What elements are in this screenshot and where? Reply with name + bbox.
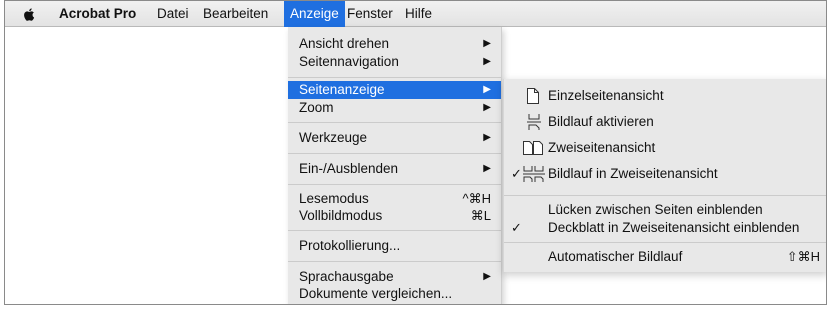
shortcut-label: ^⌘H <box>462 191 492 206</box>
menu-item-dokumente-vergleichen[interactable]: Dokumente vergleichen... <box>288 285 501 303</box>
submenu-item-label: Deckblatt in Zweiseitenansicht einblende… <box>548 220 800 235</box>
submenu-item-label: Automatischer Bildlauf <box>548 249 683 264</box>
menubar-item-datei[interactable]: Datei <box>157 1 189 27</box>
menu-item-protokollierung[interactable]: Protokollierung... <box>288 237 501 255</box>
single-page-icon <box>527 88 539 104</box>
menu-item-label: Seitennavigation <box>299 54 399 69</box>
submenu-arrow-icon: ▶ <box>483 271 491 282</box>
seitenanzeige-submenu: Einzelseitenansicht Bildlauf aktivieren … <box>503 79 826 272</box>
submenu-arrow-icon: ▶ <box>483 132 491 143</box>
menubar-item-bearbeiten[interactable]: Bearbeiten <box>203 1 268 27</box>
checkmark-icon: ✓ <box>511 220 522 235</box>
submenu-arrow-icon: ▶ <box>483 56 491 67</box>
submenu-item-label: Bildlauf in Zweiseitenansicht <box>548 166 718 181</box>
menu-separator <box>288 153 501 154</box>
menu-item-label: Lesemodus <box>299 191 369 206</box>
menubar-app-name[interactable]: Acrobat Pro <box>59 1 136 27</box>
menu-item-zoom[interactable]: Zoom ▶ <box>288 99 501 117</box>
anzeige-menu: Ansicht drehen ▶ Seitennavigation ▶ Seit… <box>288 27 502 304</box>
menu-separator <box>288 122 501 123</box>
menu-item-werkzeuge[interactable]: Werkzeuge ▶ <box>288 129 501 147</box>
menu-item-label: Zoom <box>299 100 334 115</box>
menu-item-seitennavigation[interactable]: Seitennavigation ▶ <box>288 53 501 71</box>
scroll-page-icon <box>527 114 541 130</box>
application-window: Acrobat Pro Datei Bearbeiten Anzeige Fen… <box>4 0 827 305</box>
menu-item-ein-ausblenden[interactable]: Ein-/Ausblenden ▶ <box>288 160 501 178</box>
menu-item-label: Sprachausgabe <box>299 269 394 284</box>
menu-item-label: Vollbildmodus <box>299 208 383 223</box>
two-page-scroll-icon <box>523 166 545 182</box>
checkmark-icon: ✓ <box>511 166 522 181</box>
submenu-item-einzelseitenansicht[interactable]: Einzelseitenansicht <box>504 85 826 107</box>
menu-bar: Acrobat Pro Datei Bearbeiten Anzeige Fen… <box>5 1 826 27</box>
apple-logo-icon[interactable] <box>23 8 35 21</box>
menu-separator <box>288 230 501 231</box>
submenu-arrow-icon: ▶ <box>483 84 491 95</box>
menubar-item-hilfe[interactable]: Hilfe <box>405 1 432 27</box>
menu-item-label: Seitenanzeige <box>299 82 385 97</box>
two-page-icon <box>523 141 543 155</box>
menu-item-label: Ein-/Ausblenden <box>299 161 399 176</box>
shortcut-label: ⌘L <box>470 208 491 223</box>
menu-separator <box>288 261 501 262</box>
menu-item-vollbildmodus[interactable]: Vollbildmodus ⌘L <box>288 207 501 225</box>
menubar-item-fenster[interactable]: Fenster <box>347 1 393 27</box>
menu-item-sprachausgabe[interactable]: Sprachausgabe ▶ <box>288 268 501 286</box>
submenu-arrow-icon: ▶ <box>483 102 491 113</box>
shortcut-label: ⇧⌘H <box>786 249 820 264</box>
menu-item-ansicht-drehen[interactable]: Ansicht drehen ▶ <box>288 35 501 53</box>
menubar-item-anzeige[interactable]: Anzeige <box>284 1 345 27</box>
menu-item-lesemodus[interactable]: Lesemodus ^⌘H <box>288 190 501 208</box>
menu-separator <box>288 77 501 78</box>
submenu-item-label: Lücken zwischen Seiten einblenden <box>548 202 763 217</box>
submenu-item-luecken-einblenden[interactable]: Lücken zwischen Seiten einblenden <box>504 201 826 219</box>
menu-item-label: Ansicht drehen <box>299 36 390 51</box>
submenu-arrow-icon: ▶ <box>483 163 491 174</box>
menu-separator <box>504 195 826 196</box>
submenu-item-label: Zweiseitenansicht <box>548 140 656 155</box>
submenu-item-bildlauf-zweiseitenansicht[interactable]: ✓ Bildlauf in Zweiseitenansicht <box>504 163 826 185</box>
submenu-item-label: Bildlauf aktivieren <box>548 114 654 129</box>
menu-item-label: Dokumente vergleichen... <box>299 286 453 301</box>
submenu-item-deckblatt-einblenden[interactable]: ✓ Deckblatt in Zweiseitenansicht einblen… <box>504 219 826 237</box>
menu-item-label: Werkzeuge <box>299 130 368 145</box>
menu-separator <box>504 242 826 243</box>
submenu-arrow-icon: ▶ <box>483 38 491 49</box>
submenu-item-bildlauf-aktivieren[interactable]: Bildlauf aktivieren <box>504 111 826 133</box>
submenu-item-zweiseitenansicht[interactable]: Zweiseitenansicht <box>504 137 826 159</box>
menu-item-label: Protokollierung... <box>299 238 401 253</box>
menu-item-seitenanzeige[interactable]: Seitenanzeige ▶ <box>288 81 501 99</box>
submenu-item-label: Einzelseitenansicht <box>548 88 664 103</box>
submenu-item-automatischer-bildlauf[interactable]: Automatischer Bildlauf ⇧⌘H <box>504 247 826 267</box>
menu-separator <box>288 184 501 185</box>
